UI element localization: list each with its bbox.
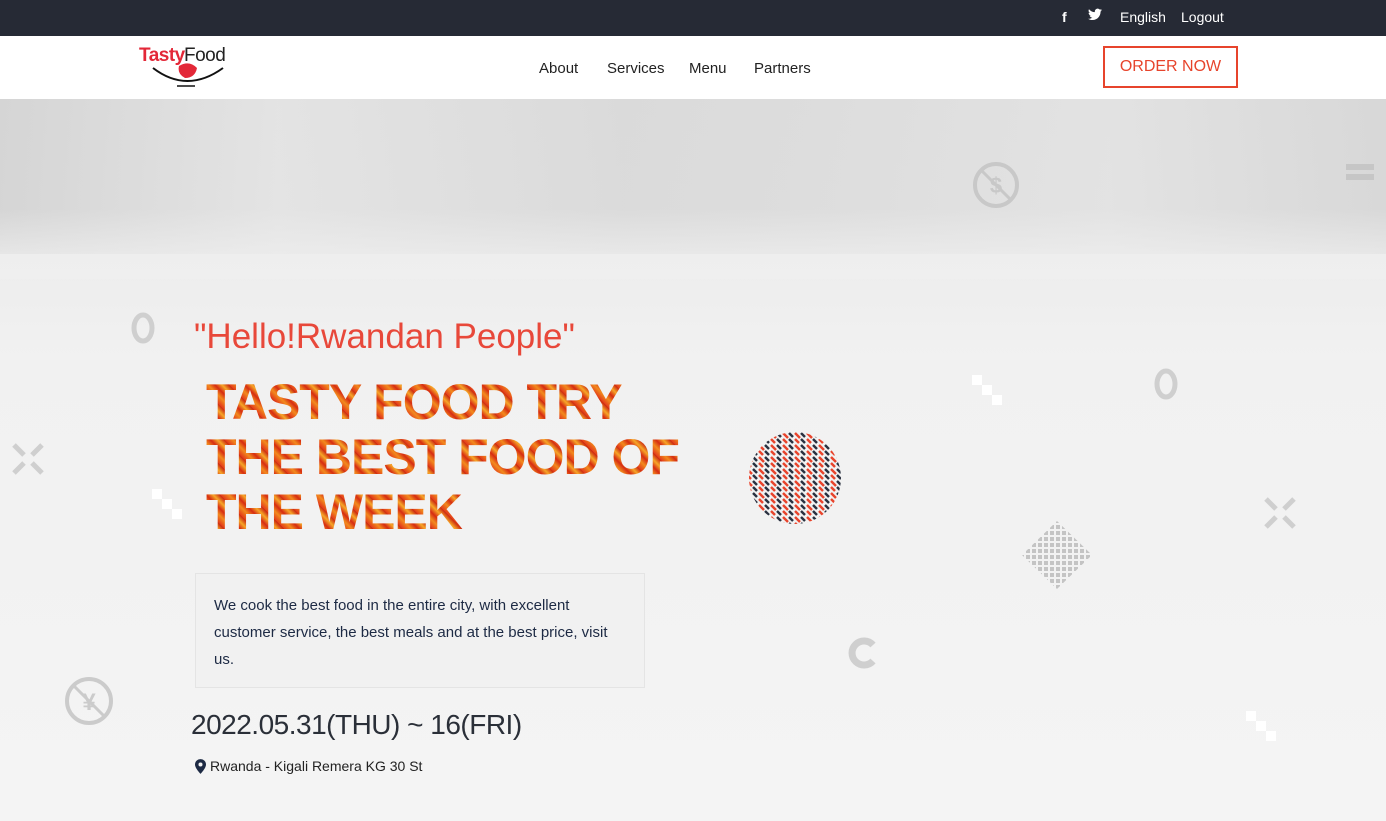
headline-line: TASTY FOOD TRY bbox=[206, 374, 622, 430]
diamond-dots-icon bbox=[1022, 521, 1092, 589]
hero-headline: TASTY FOOD TRY THE BEST FOOD OF THE WEEK bbox=[206, 375, 746, 540]
facebook-icon[interactable]: f bbox=[1062, 9, 1067, 25]
x-arrows-icon bbox=[1264, 497, 1296, 529]
nav-services[interactable]: Services bbox=[607, 60, 665, 77]
top-bar: f English Logout bbox=[0, 0, 1386, 36]
headline-line: THE BEST FOOD OF bbox=[206, 429, 679, 485]
event-date: 2022.05.31(THU) ~ 16(FRI) bbox=[191, 709, 522, 740]
zero-shape-icon bbox=[1154, 368, 1178, 400]
hero-section: $ ¥ bbox=[0, 99, 1386, 821]
pixel-steps-icon bbox=[152, 489, 182, 519]
tastyfood-logo[interactable]: Tasty Food bbox=[137, 44, 237, 92]
location-text: Rwanda - Kigali Remera KG 30 St bbox=[210, 758, 423, 774]
hero-greeting: "Hello!Rwandan People" bbox=[194, 317, 575, 356]
hamburger-menu-icon[interactable] bbox=[1346, 164, 1374, 180]
map-pin-icon bbox=[195, 758, 206, 774]
twitter-icon[interactable] bbox=[1088, 8, 1102, 24]
event-location: Rwanda - Kigali Remera KG 30 St bbox=[195, 758, 422, 774]
nav-partners[interactable]: Partners bbox=[754, 60, 811, 77]
nav-about[interactable]: About bbox=[539, 60, 578, 77]
pattern-circle-icon bbox=[749, 432, 841, 524]
pixel-steps-icon bbox=[972, 375, 1002, 405]
dollar-coin-icon: $ bbox=[973, 162, 1019, 208]
order-now-button[interactable]: ORDER NOW bbox=[1103, 46, 1238, 88]
logout-link[interactable]: Logout bbox=[1181, 9, 1224, 25]
headline-line: THE WEEK bbox=[206, 484, 462, 540]
main-header: Tasty Food About Services Menu Partners … bbox=[0, 36, 1386, 99]
x-arrows-icon bbox=[12, 443, 44, 475]
zero-shape-icon bbox=[131, 312, 155, 344]
pixel-steps-icon bbox=[1246, 711, 1276, 741]
logo-smile-icon bbox=[152, 63, 224, 87]
language-link[interactable]: English bbox=[1120, 9, 1166, 25]
c-shape-icon bbox=[848, 637, 876, 669]
yen-coin-icon: ¥ bbox=[65, 677, 113, 725]
hero-description: We cook the best food in the entire city… bbox=[195, 573, 645, 688]
nav-menu[interactable]: Menu bbox=[689, 60, 727, 77]
